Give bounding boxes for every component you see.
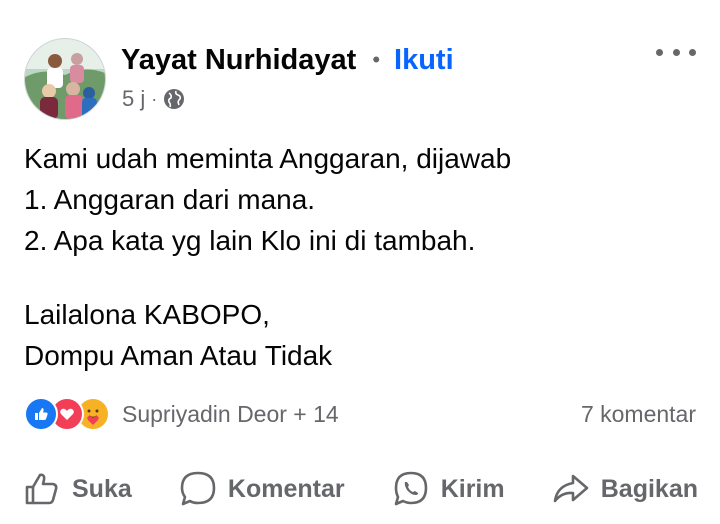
- whatsapp-icon: [394, 471, 428, 506]
- meta-separator: ·: [151, 88, 158, 109]
- more-dot: [672, 48, 680, 56]
- thumbs-up-icon: [25, 473, 58, 505]
- comment-icon: [180, 471, 216, 506]
- more-dot: [689, 48, 696, 56]
- like-button[interactable]: Suka: [22, 469, 132, 509]
- author-avatar[interactable]: [24, 38, 106, 120]
- post-text-line: 2. Apa kata yg lain Klo ini di tambah.: [24, 225, 476, 256]
- author-name[interactable]: Yayat Nurhidayat: [121, 44, 356, 77]
- more-options-button[interactable]: [656, 42, 696, 62]
- post-meta: 5 j ·: [122, 86, 185, 112]
- send-button[interactable]: Kirim: [391, 469, 505, 509]
- reactions-summary[interactable]: Supriyadin Deor + 14: [122, 401, 339, 428]
- more-dot: [656, 48, 663, 56]
- author-line: Yayat Nurhidayat • Ikuti: [121, 42, 454, 78]
- follow-button[interactable]: Ikuti: [394, 44, 454, 77]
- post-text-blank-line: [24, 261, 696, 294]
- post-text: Kami udah meminta Anggaran, dijawab 1. A…: [24, 138, 696, 376]
- reaction-icons[interactable]: [24, 397, 110, 431]
- share-icon: [553, 474, 589, 503]
- post-text-line: Lailalona KABOPO,: [24, 299, 270, 330]
- post-actions: Suka Komentar Kirim Bagikan: [22, 466, 698, 512]
- post-text-line: 1. Anggaran dari mana.: [24, 184, 316, 215]
- globe-icon: [163, 88, 185, 110]
- separator-dot: •: [372, 47, 381, 72]
- post-time[interactable]: 5 j: [122, 86, 145, 112]
- comment-button[interactable]: Komentar: [178, 469, 345, 509]
- like-reaction-icon: [24, 397, 58, 431]
- comment-label: Komentar: [227, 474, 345, 503]
- post-text-line: Dompu Aman Atau Tidak: [24, 340, 333, 371]
- like-label: Suka: [72, 474, 132, 503]
- send-label: Kirim: [440, 474, 505, 503]
- post-header: Yayat Nurhidayat • Ikuti 5 j ·: [24, 38, 696, 120]
- share-button[interactable]: Bagikan: [551, 469, 698, 509]
- comments-count[interactable]: 7 komentar: [581, 401, 696, 428]
- post-text-line: Kami udah meminta Anggaran, dijawab: [24, 143, 512, 174]
- share-label: Bagikan: [600, 474, 698, 503]
- reactions-bar: Supriyadin Deor + 14 7 komentar: [24, 394, 696, 434]
